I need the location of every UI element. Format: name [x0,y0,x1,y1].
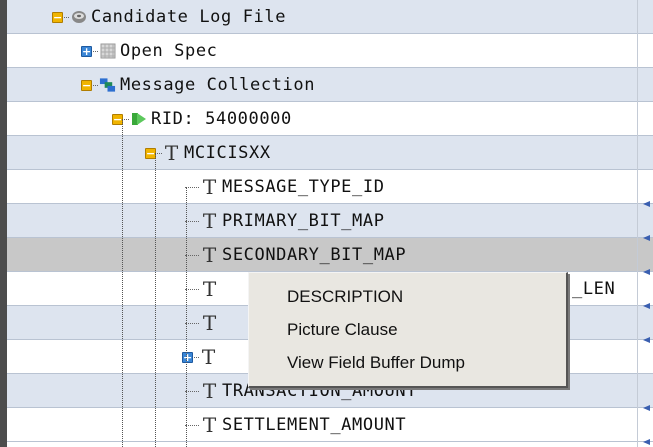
text-field-icon: T [202,208,217,233]
text-field-icon: T [202,310,217,335]
tree-connector [64,16,69,18]
arrow-left-icon[interactable] [643,269,650,275]
tree-connector [124,118,129,120]
tree-guide-line [155,153,156,447]
tree-connector [185,322,199,324]
menu-item-view-field-buffer-dump[interactable]: View Field Buffer Dump [287,350,465,376]
tree-row-primary-bit-map[interactable]: T PRIMARY_BIT_MAP [7,204,653,238]
tree-label-message-type-id: MESSAGE_TYPE_ID [222,177,385,197]
tree-guide-line [122,119,123,447]
tree-connector [185,254,199,256]
tree-row-mcicisxx[interactable]: − T MCICISXX [7,136,653,170]
collapse-toggle-icon[interactable]: − [81,79,92,91]
arrow-left-icon[interactable] [643,439,650,445]
arrow-left-icon[interactable] [643,201,650,207]
arrow-left-icon[interactable] [643,337,650,343]
database-icon [70,9,87,26]
arrow-left-icon[interactable] [643,405,650,411]
tree-row-secondary-bit-map[interactable]: T SECONDARY_BIT_MAP [7,238,653,272]
text-field-icon: T [164,140,179,165]
tree-connector [185,186,199,188]
tree-row-open-spec[interactable]: + Open Spec [7,34,653,68]
tree-connector [157,152,162,154]
tree-label-primary-bit-map: PRIMARY_BIT_MAP [222,211,385,231]
tree-connector [185,220,199,222]
arrow-left-icon[interactable] [643,303,650,309]
tree-label-rid: RID: 54000000 [151,109,292,129]
arrow-left-icon[interactable] [643,235,650,241]
tree-label-candidate-log-file: Candidate Log File [91,7,287,27]
text-field-icon: T [202,276,217,301]
tree-row-message-type-id[interactable]: T MESSAGE_TYPE_ID [7,170,653,204]
tree-label-settlement-amount: SETTLEMENT_AMOUNT [222,415,407,435]
context-menu: DESCRIPTION Picture Clause View Field Bu… [248,272,568,388]
menu-item-picture-clause[interactable]: Picture Clause [287,317,398,343]
column-divider [637,0,638,447]
tree-label-message-collection: Message Collection [120,75,316,95]
tree-label-open-spec: Open Spec [120,41,218,61]
collapse-toggle-icon[interactable]: − [52,11,63,23]
tree-connector [185,390,199,392]
tree-connector [93,84,98,86]
tree-connector [93,50,98,52]
tree-row-rid[interactable]: − RID: 54000000 [7,102,653,136]
tree-row-candidate-log-file[interactable]: − Candidate Log File [7,0,653,34]
menu-item-description[interactable]: DESCRIPTION [287,284,403,310]
message-collection-icon [99,77,116,94]
tree-row-settlement-amount[interactable]: T SETTLEMENT_AMOUNT [7,408,653,442]
expand-toggle-icon[interactable]: + [81,45,92,57]
tree-label-mcicisxx: MCICISXX [184,143,271,163]
record-play-icon [130,111,147,128]
spec-grid-icon [99,43,116,60]
text-field-icon: T [201,344,216,369]
tree-label-len-suffix: _LEN [572,279,616,299]
tree-guide-line [186,187,187,447]
text-field-icon: T [202,174,217,199]
text-field-icon: T [202,412,217,437]
tree-label-secondary-bit-map: SECONDARY_BIT_MAP [222,245,407,265]
left-border [0,0,7,447]
text-field-icon: T [202,242,217,267]
tree-connector [194,356,199,358]
tree-row-message-collection[interactable]: − Message Collection [7,68,653,102]
expand-toggle-icon[interactable]: + [182,351,193,363]
tree-connector [185,424,199,426]
tree-connector [185,288,199,290]
text-field-icon: T [202,378,217,403]
